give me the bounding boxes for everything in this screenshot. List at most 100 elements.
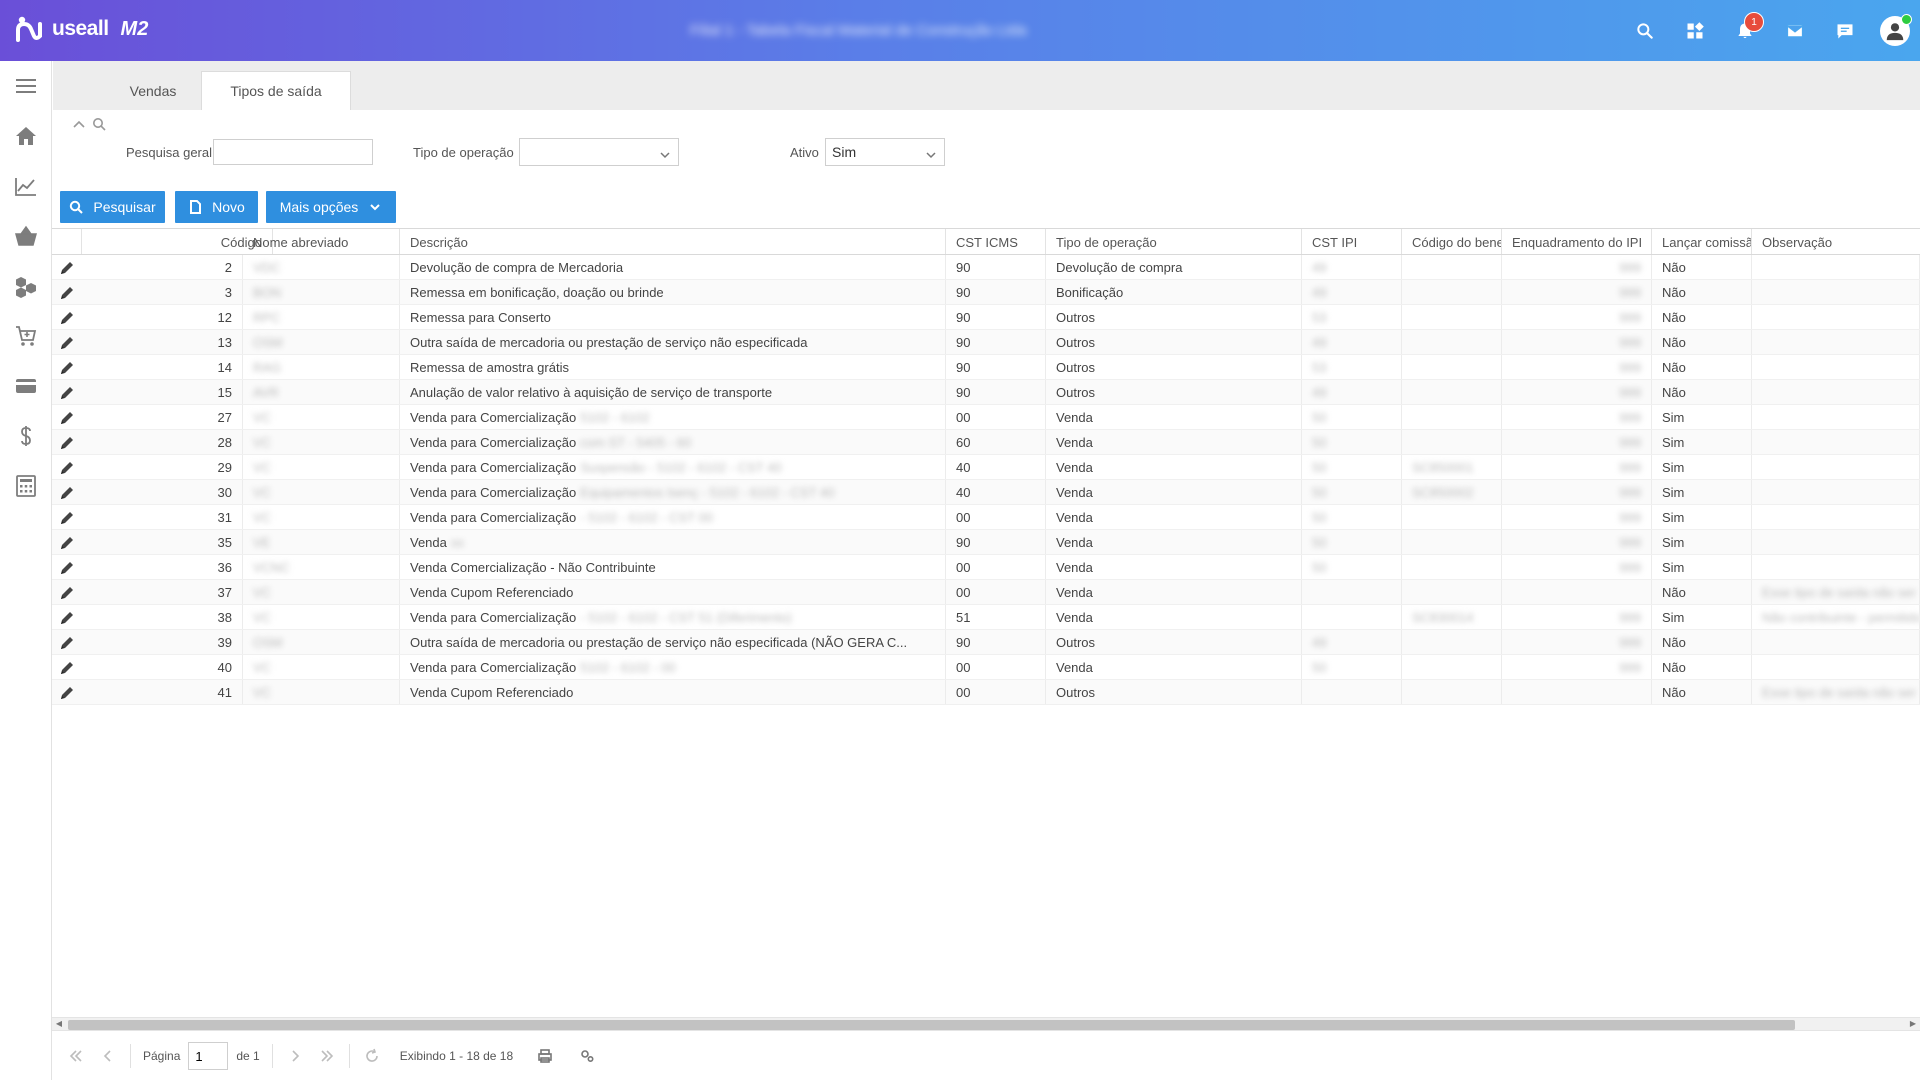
- table-row[interactable]: 28 VC Venda para Comercialização com ST - 5…: [52, 430, 1920, 455]
- table-row[interactable]: 15 AVR Anulação de valor relativo à aquisi…: [52, 380, 1920, 405]
- table-row[interactable]: 13 OSM Outra saída de mercadoria ou presta…: [52, 330, 1920, 355]
- scroll-left-arrow-icon[interactable]: ◀: [52, 1018, 66, 1030]
- column-header-cst-ipi[interactable]: CST IPI: [1302, 229, 1402, 254]
- table-row[interactable]: 40 VC Venda para Comercialização 5102 - 610…: [52, 655, 1920, 680]
- edit-pencil-icon[interactable]: [59, 510, 75, 526]
- edit-pencil-icon[interactable]: [59, 585, 75, 601]
- more-options-button[interactable]: Mais opções: [266, 191, 396, 223]
- edit-pencil-icon[interactable]: [59, 635, 75, 651]
- edit-pencil-icon[interactable]: [59, 560, 75, 576]
- table-row[interactable]: 29 VC Venda para Comercialização Suspensão …: [52, 455, 1920, 480]
- table-row[interactable]: 35 VE Venda xx 90 Venda 50 999 Sim: [52, 530, 1920, 555]
- edit-pencil-icon[interactable]: [59, 285, 75, 301]
- cell-codigo-text: 3: [224, 285, 232, 300]
- active-select[interactable]: Sim: [825, 138, 945, 166]
- sidebar-item-stock[interactable]: [0, 261, 52, 311]
- notifications-button[interactable]: 1: [1720, 0, 1770, 61]
- last-page-button[interactable]: [311, 1041, 343, 1071]
- column-header-codigo-beneficio[interactable]: Código do bene: [1402, 229, 1502, 254]
- edit-pencil-icon[interactable]: [59, 260, 75, 276]
- sidebar-item-dashboard[interactable]: [0, 161, 52, 211]
- table-row[interactable]: 31 VC Venda para Comercialização - 5102 - …: [52, 505, 1920, 530]
- cell-lancar-comissao: Não: [1652, 580, 1752, 604]
- edit-pencil-icon[interactable]: [59, 535, 75, 551]
- column-header-descricao[interactable]: Descrição: [400, 229, 946, 254]
- edit-pencil-icon[interactable]: [59, 660, 75, 676]
- scrollbar-thumb[interactable]: [68, 1020, 1795, 1030]
- column-header-nome-abreviado[interactable]: Nome abreviado: [243, 229, 400, 254]
- table-row[interactable]: 27 VC Venda para Comercialização 5102 - 610…: [52, 405, 1920, 430]
- cell-codigo: 38: [82, 605, 243, 629]
- table-row[interactable]: 37 VC Venda Cupom Referenciado 00 Venda Não Es…: [52, 580, 1920, 605]
- general-search-input[interactable]: [213, 139, 373, 165]
- apps-button[interactable]: [1670, 0, 1720, 61]
- cell-enquadramento-ipi: 999: [1502, 505, 1652, 529]
- new-button-label: Novo: [212, 199, 245, 215]
- scroll-right-arrow-icon[interactable]: ▶: [1906, 1018, 1920, 1030]
- cell-descricao-text: Venda para Comercialização: [410, 460, 577, 475]
- app-logo[interactable]: useall M2: [14, 14, 148, 44]
- column-header-tipo-operacao[interactable]: Tipo de operação: [1046, 229, 1302, 254]
- tab-tipos-de-saida[interactable]: Tipos de saída: [201, 71, 351, 110]
- table-row[interactable]: 30 VC Venda para Comercialização Equipament…: [52, 480, 1920, 505]
- table-row[interactable]: 36 VCNC Venda Comercialização - Não Contri…: [52, 555, 1920, 580]
- edit-pencil-icon[interactable]: [59, 310, 75, 326]
- column-header-enquadramento-ipi[interactable]: Enquadramento do IPI: [1502, 229, 1652, 254]
- column-header-lancar-comissao[interactable]: Lançar comissã: [1652, 229, 1752, 254]
- page-number-input[interactable]: [188, 1042, 229, 1070]
- edit-pencil-icon[interactable]: [59, 485, 75, 501]
- table-row[interactable]: 39 OSM Outra saída de mercadoria ou presta…: [52, 630, 1920, 655]
- table-row[interactable]: 3 BON Remessa em bonificação, doação ou br…: [52, 280, 1920, 305]
- cell-cst-icms: 90: [946, 380, 1046, 404]
- cell-descricao-extra: - 5102 - 6102 - CST 51 (Diferimento): [580, 610, 792, 625]
- column-header-observacao[interactable]: Observação: [1752, 229, 1920, 254]
- cell-codigo-beneficio: [1402, 655, 1502, 679]
- cell-tipo-operacao: Venda: [1046, 555, 1302, 579]
- boxes-icon: [16, 277, 36, 298]
- cell-tipo-operacao-text: Venda: [1056, 560, 1093, 575]
- print-button[interactable]: [529, 1041, 561, 1071]
- edit-pencil-icon[interactable]: [59, 685, 75, 701]
- user-avatar: [1880, 13, 1912, 46]
- edit-pencil-icon[interactable]: [59, 460, 75, 476]
- cell-enquadramento-ipi-text: 999: [1619, 285, 1641, 300]
- horizontal-scrollbar[interactable]: ◀ ▶: [52, 1017, 1920, 1031]
- sidebar-item-sales[interactable]: [0, 211, 52, 261]
- sidebar-item-purchases[interactable]: [0, 311, 52, 361]
- cell-cst-icms-text: 00: [956, 685, 971, 700]
- edit-pencil-icon[interactable]: [59, 435, 75, 451]
- operation-type-select[interactable]: [519, 138, 679, 166]
- cell-codigo: 39: [82, 630, 243, 654]
- refresh-button[interactable]: [356, 1041, 388, 1071]
- sidebar-item-home[interactable]: [0, 111, 52, 161]
- edit-pencil-icon[interactable]: [59, 610, 75, 626]
- edit-pencil-icon[interactable]: [59, 410, 75, 426]
- user-menu-button[interactable]: [1870, 0, 1920, 61]
- grid-settings-button[interactable]: [571, 1041, 603, 1071]
- table-row[interactable]: 41 VC Venda Cupom Referenciado 00 Outros Não E…: [52, 680, 1920, 705]
- new-button[interactable]: Novo: [175, 191, 258, 223]
- cell-descricao-text: Outra saída de mercadoria ou prestação d…: [410, 335, 808, 350]
- chat-button[interactable]: [1820, 0, 1870, 61]
- mail-button[interactable]: [1770, 0, 1820, 61]
- first-page-button[interactable]: [60, 1041, 92, 1071]
- search-button[interactable]: Pesquisar: [60, 191, 165, 223]
- next-page-button[interactable]: [279, 1041, 311, 1071]
- table-row[interactable]: 38 VC Venda para Comercialização - 5102 - …: [52, 605, 1920, 630]
- cell-codigo: 28: [82, 430, 243, 454]
- filter-panel-toggle[interactable]: [72, 117, 106, 131]
- edit-pencil-icon[interactable]: [59, 385, 75, 401]
- edit-pencil-icon[interactable]: [59, 335, 75, 351]
- search-button[interactable]: [1620, 0, 1670, 61]
- table-row[interactable]: 2 VDC Devolução de compra de Mercadoria 90 D…: [52, 255, 1920, 280]
- sidebar-item-finance[interactable]: [0, 411, 52, 461]
- table-row[interactable]: 12 RPC Remessa para Conserto 90 Outros 53 999 N…: [52, 305, 1920, 330]
- column-header-cst-icms[interactable]: CST ICMS: [946, 229, 1046, 254]
- cell-enquadramento-ipi: 999: [1502, 530, 1652, 554]
- table-row[interactable]: 14 RAG Remessa de amostra grátis 90 Outros 53…: [52, 355, 1920, 380]
- previous-page-button[interactable]: [92, 1041, 124, 1071]
- sidebar-item-payments[interactable]: [0, 361, 52, 411]
- menu-toggle-button[interactable]: [0, 61, 52, 111]
- edit-pencil-icon[interactable]: [59, 360, 75, 376]
- sidebar-item-accounting[interactable]: [0, 461, 52, 511]
